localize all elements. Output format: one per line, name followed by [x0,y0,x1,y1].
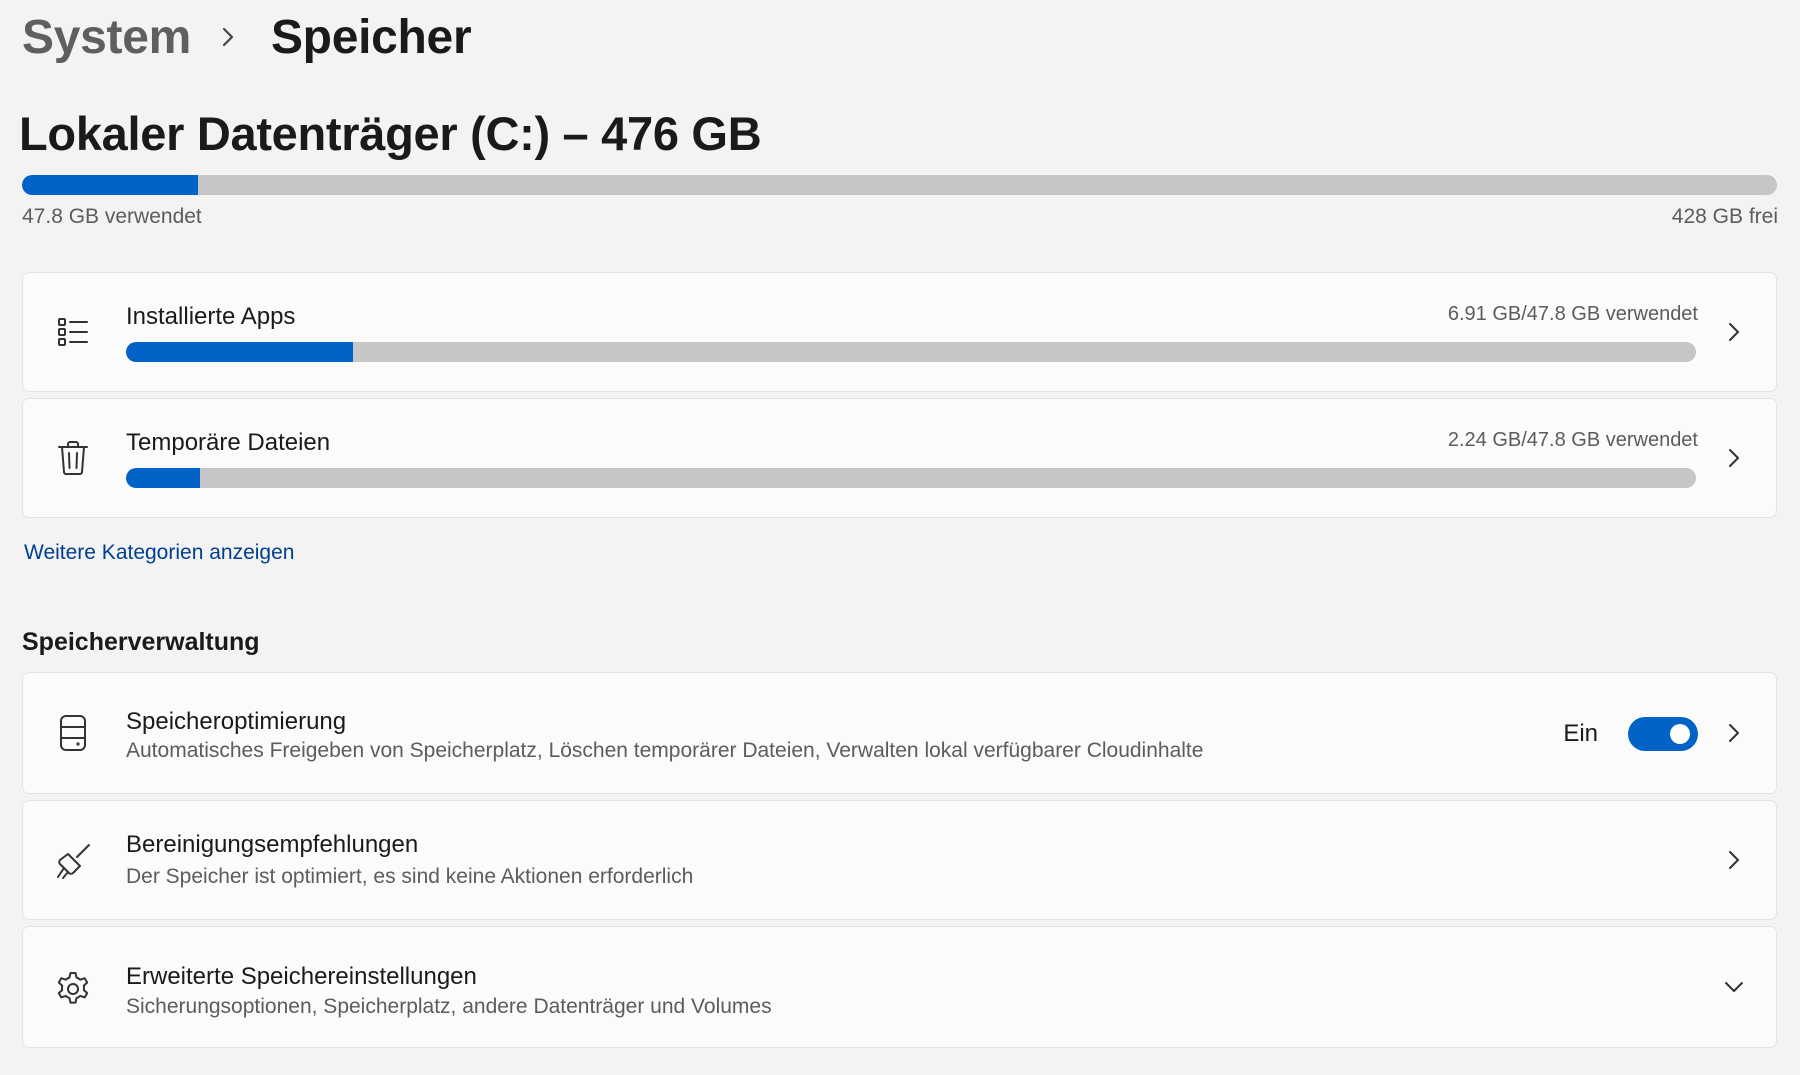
toggle-knob [1670,724,1690,744]
drive-free-label: 428 GB frei [1671,205,1778,228]
drive-used-label: 47.8 GB verwendet [22,205,202,228]
category-temp-files[interactable]: Temporäre Dateien 2.24 GB/47.8 GB verwen… [22,398,1777,518]
storage-management-heading: Speicherverwaltung [22,628,260,656]
more-categories-link[interactable]: Weitere Kategorien anzeigen [24,541,294,565]
advanced-storage-settings-row[interactable]: Erweiterte Speichereinstellungen Sicheru… [22,926,1777,1048]
drive-title: Lokaler Datenträger (C:) – 476 GB [19,107,762,160]
cleanup-recommendations-row[interactable]: Bereinigungsempfehlungen Der Speicher is… [22,800,1777,920]
advanced-settings-subtitle: Sicherungsoptionen, Speicherplatz, ander… [126,995,772,1018]
category-installed-apps[interactable]: Installierte Apps 6.91 GB/47.8 GB verwen… [22,272,1777,392]
chevron-right-icon [1722,320,1746,344]
storage-sense-toggle[interactable] [1628,717,1698,751]
category-usage-bar [126,342,1696,362]
trash-icon [53,438,93,478]
cleanup-subtitle: Der Speicher ist optimiert, es sind kein… [126,865,694,888]
chevron-right-icon [1722,848,1746,872]
advanced-settings-title: Erweiterte Speichereinstellungen [126,963,477,990]
chevron-right-icon [1722,721,1746,745]
storage-sense-row[interactable]: Speicheroptimierung Automatisches Freige… [22,672,1777,794]
broom-icon [53,841,93,881]
drive-usage-bar-fill [22,175,198,195]
storage-drive-icon [53,713,93,753]
toggle-state-label: Ein [1563,720,1598,747]
gear-icon [53,969,93,1009]
category-usage-bar-fill [126,342,354,362]
breadcrumb: System Speicher [22,6,472,68]
cleanup-title: Bereinigungsempfehlungen [126,831,419,858]
page-title: Speicher [270,10,472,64]
storage-sense-subtitle: Automatisches Freigeben von Speicherplat… [126,739,1204,762]
category-label: Installierte Apps [126,303,296,330]
chevron-down-icon [1722,975,1746,999]
category-usage: 6.91 GB/47.8 GB verwendet [1447,303,1698,325]
category-usage: 2.24 GB/47.8 GB verwendet [1447,429,1698,451]
storage-sense-title: Speicheroptimierung [126,708,347,735]
chevron-right-icon [1722,446,1746,470]
category-usage-bar [126,468,1696,488]
breadcrumb-system[interactable]: System [22,10,191,65]
drive-usage-bar [22,175,1777,195]
breadcrumb-chevron-icon [221,26,235,48]
category-label: Temporäre Dateien [126,429,331,456]
category-usage-bar-fill [126,468,200,488]
list-icon [53,312,93,352]
storage-sense-toggle-group: Ein [1563,717,1698,751]
